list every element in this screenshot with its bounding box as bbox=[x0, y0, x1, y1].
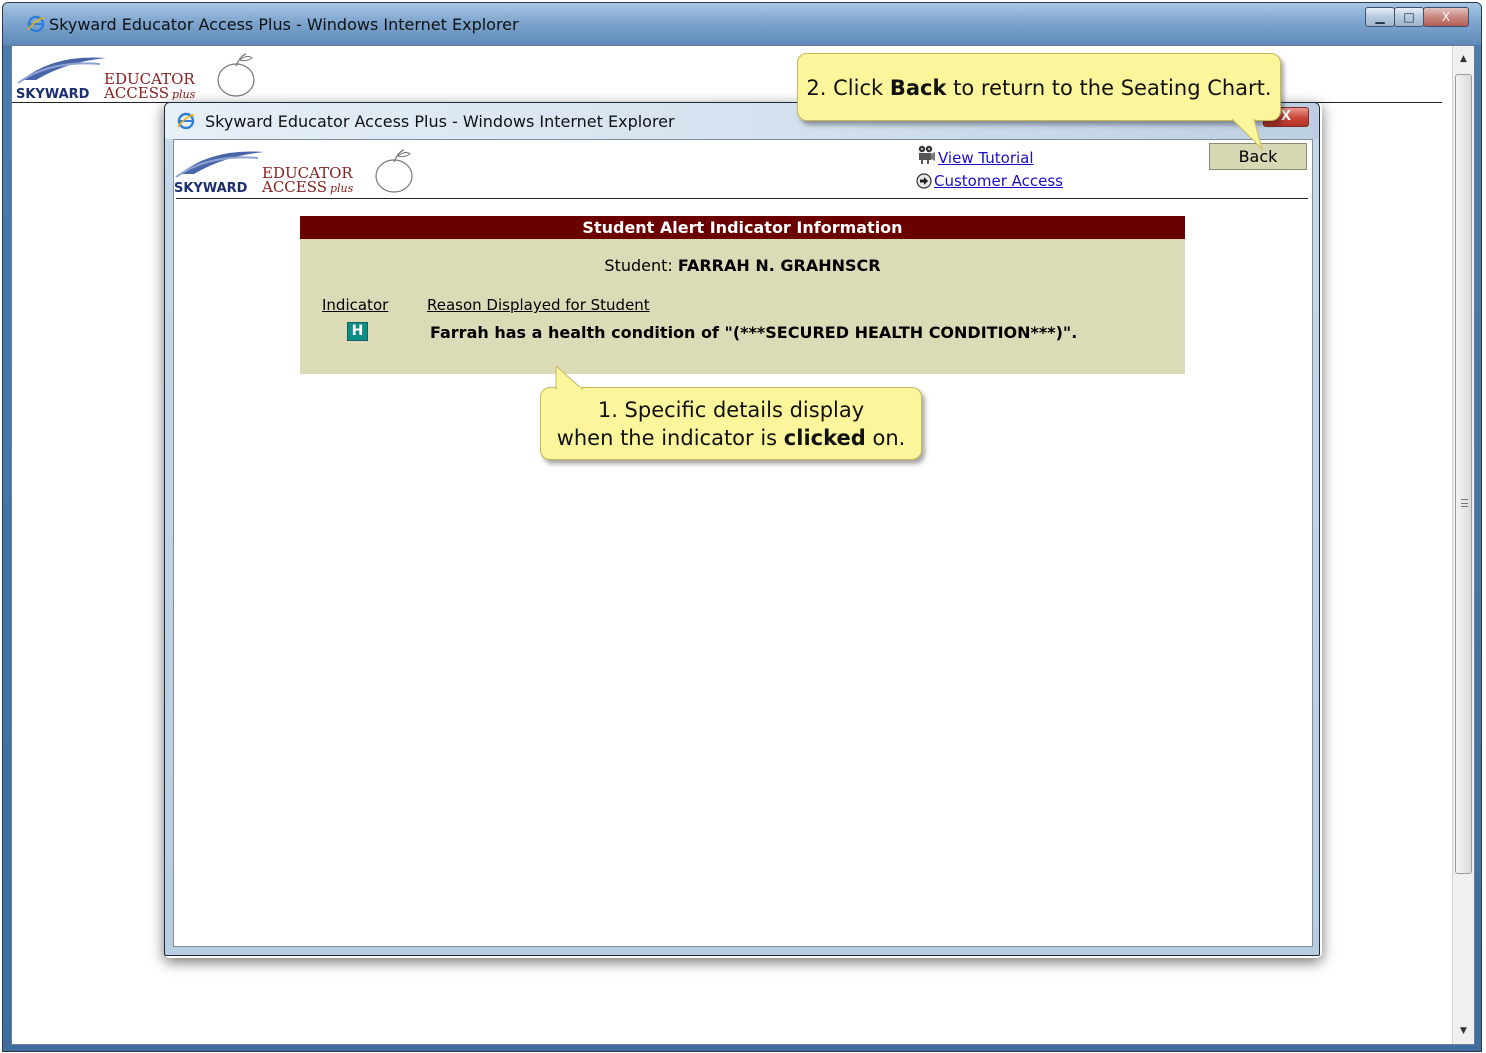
svg-text:ACCESS: ACCESS bbox=[261, 178, 327, 196]
outer-window-title: Skyward Educator Access Plus - Windows I… bbox=[49, 15, 519, 34]
scroll-up-icon[interactable]: ▲ bbox=[1453, 48, 1474, 70]
video-camera-icon bbox=[916, 144, 936, 164]
minimize-button[interactable]: ▁ bbox=[1365, 7, 1395, 27]
customer-access-row: Customer Access bbox=[916, 169, 1063, 192]
callout-step-2-tail bbox=[1231, 118, 1263, 151]
callout-step-1-bold: clicked bbox=[783, 426, 866, 450]
reason-column-header: Reason Displayed for Student bbox=[427, 296, 650, 314]
view-tutorial-link[interactable]: View Tutorial bbox=[938, 149, 1034, 167]
scroll-down-icon[interactable]: ▼ bbox=[1453, 1020, 1474, 1042]
scrollbar-thumb[interactable] bbox=[1455, 74, 1472, 874]
popup-browser-window: Skyward Educator Access Plus - Windows I… bbox=[164, 102, 1320, 956]
skyward-logo: SKYWARD EDUCATOR ACCESS plus bbox=[14, 50, 259, 102]
student-label: Student: bbox=[604, 256, 673, 275]
popup-header-divider bbox=[176, 198, 1308, 199]
view-tutorial-row: View Tutorial bbox=[916, 144, 1063, 169]
callout-step-1-post: on. bbox=[872, 426, 906, 450]
outer-title-bar[interactable]: Skyward Educator Access Plus - Windows I… bbox=[3, 3, 1481, 45]
skyward-logo: SKYWARD EDUCATOR ACCESS plus bbox=[172, 144, 417, 196]
student-alert-panel: Student Alert Indicator Information Stud… bbox=[300, 216, 1185, 374]
callout-step-2-bold: Back bbox=[889, 76, 947, 100]
callout-step-2-post: to return to the Seating Chart. bbox=[953, 76, 1272, 100]
svg-text:ACCESS: ACCESS bbox=[103, 84, 169, 100]
health-indicator-badge[interactable]: H bbox=[347, 322, 368, 341]
callout-step-1: 1. Specific details display when the ind… bbox=[540, 387, 922, 460]
student-name: FARRAH N. GRAHNSCR bbox=[677, 256, 881, 275]
maximize-button[interactable]: □ bbox=[1394, 7, 1424, 27]
callout-step-1-pre: when the indicator is bbox=[556, 426, 778, 450]
close-button[interactable]: X bbox=[1423, 7, 1469, 27]
window-controls: ▁ □ X bbox=[1365, 7, 1469, 27]
ie-icon bbox=[177, 112, 195, 130]
callout-step-2-number: 2. bbox=[806, 76, 827, 100]
svg-text:plus: plus bbox=[172, 88, 196, 100]
svg-text:SKYWARD: SKYWARD bbox=[16, 87, 90, 100]
callout-step-1-line-1: 1. Specific details display bbox=[597, 398, 865, 422]
popup-window-title: Skyward Educator Access Plus - Windows I… bbox=[205, 112, 675, 131]
grip-icon bbox=[1461, 499, 1468, 507]
svg-text:plus: plus bbox=[330, 182, 354, 195]
callout-step-1-line-2: when the indicator is clicked on. bbox=[541, 424, 921, 452]
callout-step-2: 2. Click Back to return to the Seating C… bbox=[797, 53, 1281, 121]
svg-text:SKYWARD: SKYWARD bbox=[174, 181, 248, 196]
arrow-circle-icon bbox=[916, 172, 932, 189]
vertical-scrollbar[interactable]: ▲ ▼ bbox=[1452, 46, 1474, 1044]
callout-step-1-tail bbox=[555, 366, 584, 390]
customer-access-link[interactable]: Customer Access bbox=[934, 172, 1063, 190]
alert-panel-title: Student Alert Indicator Information bbox=[300, 216, 1185, 239]
student-line: Student: FARRAH N. GRAHNSCR bbox=[300, 256, 1185, 275]
reason-text: Farrah has a health condition of "(***SE… bbox=[430, 323, 1078, 342]
callout-step-2-pre: Click bbox=[833, 76, 884, 100]
popup-page-content: SKYWARD EDUCATOR ACCESS plus View Tutori… bbox=[173, 139, 1313, 947]
indicator-column-header: Indicator bbox=[322, 296, 389, 314]
ie-icon bbox=[27, 15, 45, 33]
header-links: View Tutorial Customer Access bbox=[916, 144, 1063, 192]
